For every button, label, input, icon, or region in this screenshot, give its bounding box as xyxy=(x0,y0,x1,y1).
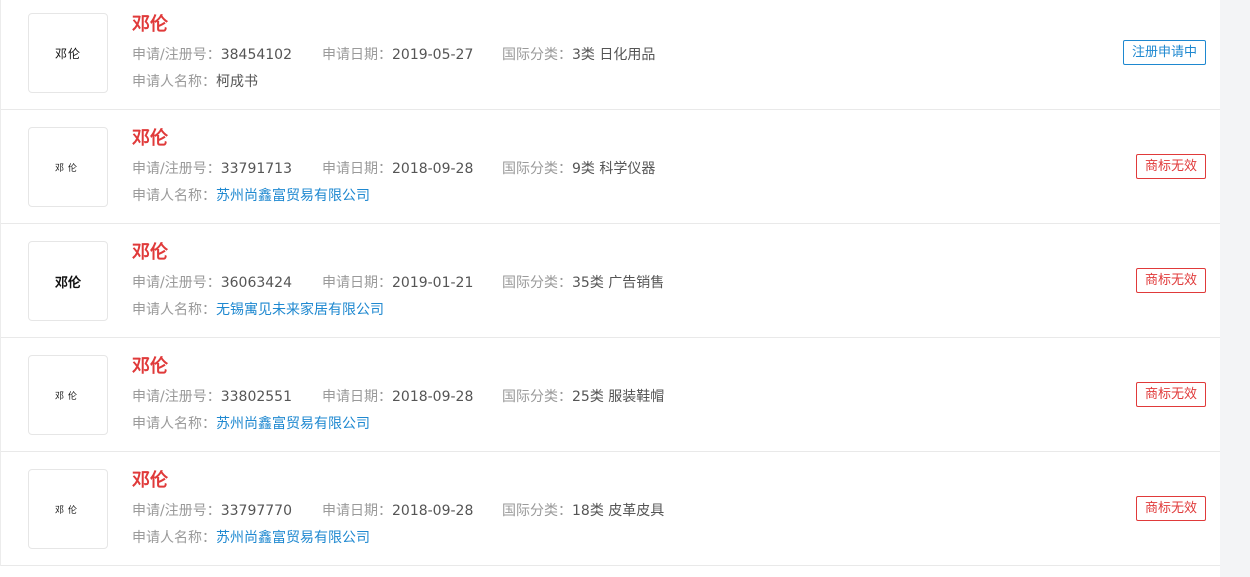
reg-no-value: 36063424 xyxy=(220,275,292,291)
applicant-label: 申请人名称： xyxy=(132,74,216,90)
trademark-name[interactable]: 邓伦 xyxy=(132,128,168,150)
applicant-line: 申请人名称：柯成书 xyxy=(132,73,258,91)
status-badge[interactable]: 商标无效 xyxy=(1135,496,1206,521)
right-gutter xyxy=(1220,0,1250,577)
status-badge[interactable]: 商标无效 xyxy=(1135,154,1206,179)
intl-class-label: 国际分类： xyxy=(502,275,572,291)
intl-class-label: 国际分类： xyxy=(502,47,572,63)
trademark-logo[interactable]: 邓伦 xyxy=(28,13,108,93)
applicant-label: 申请人名称： xyxy=(132,188,216,204)
intl-class-value: 35类 广告销售 xyxy=(572,275,665,291)
applicant-link[interactable]: 苏州尚鑫富贸易有限公司 xyxy=(216,416,370,432)
trademark-name[interactable]: 邓伦 xyxy=(132,470,168,492)
trademark-row[interactable]: 邓伦 邓伦 申请/注册号：33802551 申请日期：2018-09-28 国际… xyxy=(1,338,1221,452)
trademark-name[interactable]: 邓伦 xyxy=(132,356,168,378)
trademark-row[interactable]: 邓伦 邓伦 申请/注册号：33791713 申请日期：2018-09-28 国际… xyxy=(1,110,1221,224)
apply-date-label: 申请日期： xyxy=(322,389,392,405)
trademark-row[interactable]: 邓伦 邓伦 申请/注册号：33797770 申请日期：2018-09-28 国际… xyxy=(1,452,1221,566)
intl-class-value: 3类 日化用品 xyxy=(572,47,656,63)
apply-date-label: 申请日期： xyxy=(322,161,392,177)
reg-no-value: 33797770 xyxy=(220,503,292,519)
apply-date-value: 2018-09-28 xyxy=(392,503,474,519)
applicant-link[interactable]: 苏州尚鑫富贸易有限公司 xyxy=(216,530,370,546)
reg-no-label: 申请/注册号： xyxy=(132,389,221,405)
trademark-logo[interactable]: 邓伦 xyxy=(28,241,108,321)
trademark-logo[interactable]: 邓伦 xyxy=(28,469,108,549)
apply-date-value: 2018-09-28 xyxy=(392,161,474,177)
trademark-name[interactable]: 邓伦 xyxy=(132,14,168,36)
applicant-line: 申请人名称：无锡寓见未来家居有限公司 xyxy=(132,301,384,319)
applicant-label: 申请人名称： xyxy=(132,302,216,318)
applicant-value: 柯成书 xyxy=(216,74,258,90)
applicant-line: 申请人名称：苏州尚鑫富贸易有限公司 xyxy=(132,529,370,547)
applicant-line: 申请人名称：苏州尚鑫富贸易有限公司 xyxy=(132,187,370,205)
status-badge[interactable]: 商标无效 xyxy=(1135,268,1206,293)
reg-no-value: 38454102 xyxy=(220,47,292,63)
applicant-link[interactable]: 无锡寓见未来家居有限公司 xyxy=(216,302,384,318)
applicant-label: 申请人名称： xyxy=(132,530,216,546)
status-badge[interactable]: 商标无效 xyxy=(1135,382,1206,407)
trademark-list: 邓伦 邓伦 申请/注册号：38454102 申请日期：2019-05-27 国际… xyxy=(0,0,1221,566)
reg-no-label: 申请/注册号： xyxy=(132,275,221,291)
intl-class-value: 18类 皮革皮具 xyxy=(572,503,665,519)
trademark-logo[interactable]: 邓伦 xyxy=(28,355,108,435)
status-badge[interactable]: 注册申请中 xyxy=(1122,40,1206,65)
trademark-row[interactable]: 邓伦 邓伦 申请/注册号：38454102 申请日期：2019-05-27 国际… xyxy=(1,0,1221,110)
apply-date-label: 申请日期： xyxy=(322,503,392,519)
intl-class-value: 25类 服装鞋帽 xyxy=(572,389,665,405)
intl-class-label: 国际分类： xyxy=(502,389,572,405)
reg-no-label: 申请/注册号： xyxy=(132,503,221,519)
intl-class-label: 国际分类： xyxy=(502,503,572,519)
reg-no-value: 33791713 xyxy=(220,161,292,177)
intl-class-value: 9类 科学仪器 xyxy=(572,161,656,177)
apply-date-label: 申请日期： xyxy=(322,275,392,291)
apply-date-value: 2019-05-27 xyxy=(392,47,474,63)
applicant-label: 申请人名称： xyxy=(132,416,216,432)
applicant-line: 申请人名称：苏州尚鑫富贸易有限公司 xyxy=(132,415,370,433)
trademark-name[interactable]: 邓伦 xyxy=(132,242,168,264)
apply-date-value: 2018-09-28 xyxy=(392,389,474,405)
trademark-row[interactable]: 邓伦 邓伦 申请/注册号：36063424 申请日期：2019-01-21 国际… xyxy=(1,224,1221,338)
reg-no-label: 申请/注册号： xyxy=(132,47,221,63)
reg-no-value: 33802551 xyxy=(220,389,292,405)
trademark-logo[interactable]: 邓伦 xyxy=(28,127,108,207)
intl-class-label: 国际分类： xyxy=(502,161,572,177)
applicant-link[interactable]: 苏州尚鑫富贸易有限公司 xyxy=(216,188,370,204)
apply-date-value: 2019-01-21 xyxy=(392,275,474,291)
reg-no-label: 申请/注册号： xyxy=(132,161,221,177)
apply-date-label: 申请日期： xyxy=(322,47,392,63)
